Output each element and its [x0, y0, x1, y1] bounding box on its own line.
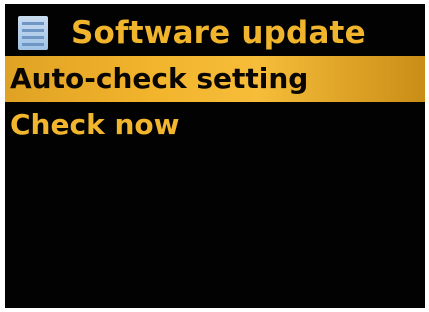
page-title: Software update — [71, 15, 366, 51]
menu-item-check-now[interactable]: Check now — [5, 102, 425, 148]
menu-list-icon — [18, 16, 48, 50]
menu-item-auto-check-setting[interactable]: Auto-check setting — [5, 56, 425, 102]
menu-list: Auto-check setting Check now — [5, 56, 425, 148]
screen-header: Software update — [5, 4, 425, 54]
display-screen: Software update Auto-check setting Check… — [5, 4, 425, 308]
device-frame: Software update Auto-check setting Check… — [0, 0, 429, 312]
